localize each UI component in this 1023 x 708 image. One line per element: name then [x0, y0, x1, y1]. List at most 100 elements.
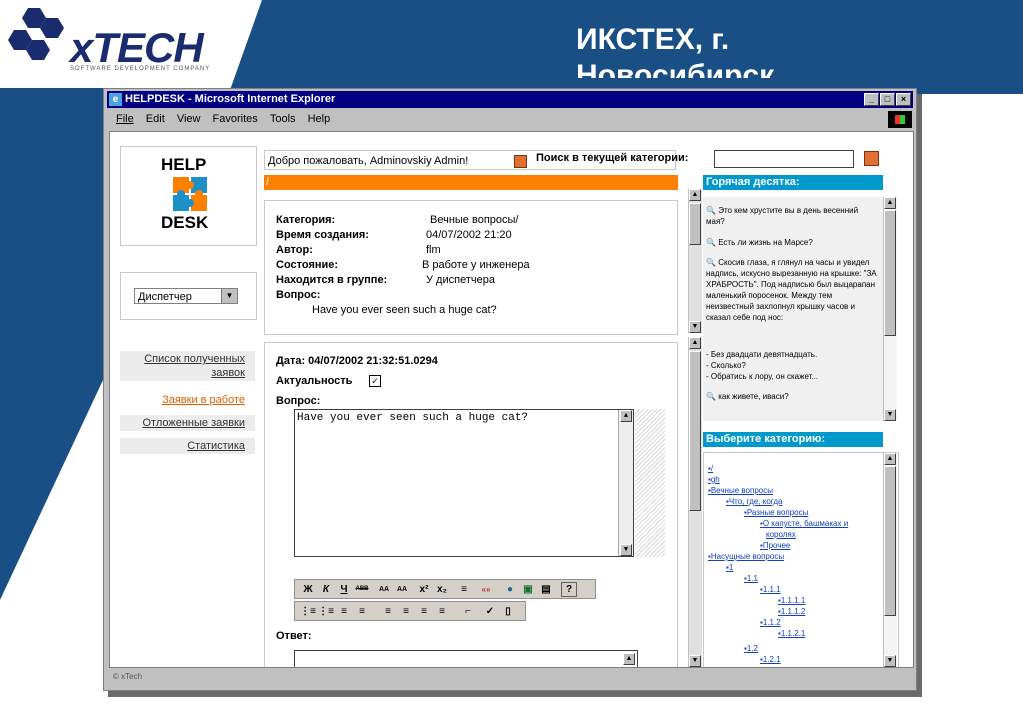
table-icon[interactable]: ▤ [537, 582, 555, 597]
category-item[interactable]: ▪Разные вопросы [744, 507, 808, 518]
scroll-down-icon[interactable]: ▼ [884, 655, 896, 667]
category-value: Вечные вопросы/ [430, 214, 519, 226]
scroll-thumb[interactable] [884, 210, 896, 336]
scroll-up-icon[interactable]: ▲ [620, 410, 632, 422]
close-button[interactable]: × [896, 93, 911, 106]
search-icon[interactable] [864, 151, 879, 166]
image-icon[interactable]: ▣ [519, 582, 537, 597]
question-textarea[interactable]: Have you ever seen such a huge cat? ▲ ▼ [294, 409, 634, 557]
chevron-down-icon[interactable]: ▼ [221, 289, 237, 303]
superscript-button[interactable]: x² [415, 582, 433, 597]
menu-edit[interactable]: Edit [146, 113, 165, 125]
category-label: Категория: [276, 214, 336, 226]
category-item[interactable]: ▪1.1.1.1 [778, 595, 805, 606]
category-item[interactable]: ▪/ [708, 463, 713, 474]
textarea-scrollbar[interactable]: ▲ ▼ [618, 410, 633, 556]
spellcheck-button[interactable]: «» [477, 582, 495, 597]
category-item[interactable]: ▪О капусте, башмаках и [760, 518, 848, 529]
response-form: Дата: 04/07/2002 21:32:51.0294 Актуально… [264, 342, 678, 667]
indent-list-button[interactable]: ≡ [353, 604, 371, 619]
category-item[interactable]: ▪1.1.1.2 [778, 606, 805, 617]
scroll-down-icon[interactable]: ▼ [689, 321, 701, 333]
category-item[interactable]: ▪gh [708, 474, 720, 485]
welcome-text: Добро пожаловать, Adminovskiy Admin! [268, 155, 469, 167]
window-title: HELPDESK - Microsoft Internet Explorer [125, 93, 336, 105]
category-scrollbar[interactable]: ▲ ▼ [883, 453, 897, 667]
role-select-value: Диспетчер [138, 291, 192, 303]
align-justify-button[interactable]: ≡ [433, 604, 451, 619]
menu-file[interactable]: File [116, 113, 134, 125]
hot-item[interactable]: 🔍 Это кем хрустите вы в день весенний ма… [706, 205, 878, 227]
category-item[interactable]: ▪1.1.1 [760, 584, 781, 595]
underline-button[interactable]: Ч [335, 582, 353, 597]
bold-button[interactable]: Ж [299, 582, 317, 597]
nav-statistics[interactable]: Статистика [120, 438, 255, 454]
font-bigger-button[interactable]: AA [375, 582, 393, 597]
slide-title: ИКСТЕХ, г. Новосибирск [576, 23, 775, 78]
nav-tickets-in-progress[interactable]: Заявки в работе [120, 392, 255, 408]
relevance-checkbox[interactable]: ✓ [369, 375, 381, 387]
hot-item[interactable]: 🔍 Скосив глаза, я глянул на часы и увиде… [706, 257, 878, 323]
scroll-down-icon[interactable]: ▼ [620, 544, 632, 556]
scroll-thumb[interactable] [689, 351, 701, 511]
category-item[interactable]: ▪Насущные вопросы [708, 551, 784, 562]
align-left-button[interactable]: ≡ [379, 604, 397, 619]
search-label: Поиск в текущей категории: [536, 152, 689, 164]
align-right-button[interactable]: ≡ [415, 604, 433, 619]
category-item[interactable]: ▪Прочее [760, 540, 790, 551]
scroll-thumb[interactable] [884, 466, 896, 616]
category-item-cont[interactable]: королях [766, 529, 796, 540]
menu-favorites[interactable]: Favorites [213, 113, 258, 125]
outdent-button[interactable]: ≡ [335, 604, 353, 619]
role-select[interactable]: Диспетчер ▼ [134, 288, 238, 304]
windows-logo-throbber [888, 111, 912, 128]
attach-icon[interactable]: ▯ [499, 604, 517, 619]
scroll-up-icon[interactable]: ▲ [884, 197, 896, 209]
category-item[interactable]: ▪1.1.2 [760, 617, 781, 628]
link-icon[interactable]: ● [501, 582, 519, 597]
menu-tools[interactable]: Tools [270, 113, 296, 125]
window-titlebar[interactable]: e HELPDESK - Microsoft Internet Explorer … [107, 91, 913, 108]
category-item[interactable]: ▪1.1 [744, 573, 758, 584]
category-item[interactable]: ▪Вечные вопросы [708, 485, 773, 496]
answer-textarea[interactable]: ▲ [294, 650, 638, 667]
nav-postponed-tickets[interactable]: Отложенные заявки [120, 415, 255, 431]
scroll-down-icon[interactable]: ▼ [689, 655, 701, 667]
subscript-button[interactable]: x₂ [433, 582, 451, 597]
bullet-list-button[interactable]: ⋮≡ [317, 604, 335, 619]
hot-ten-scrollbar[interactable]: ▲ ▼ [883, 197, 897, 421]
help-icon[interactable]: ? [561, 582, 577, 597]
ticket-scrollbar[interactable]: ▲ ▼ [688, 189, 702, 333]
italic-button[interactable]: К [317, 582, 335, 597]
menu-view[interactable]: View [177, 113, 201, 125]
hot-item[interactable]: 🔍 как живете, иваси? [706, 391, 878, 402]
group-label: Находится в группе: [276, 274, 388, 286]
nav-received-tickets[interactable]: Список полученных заявок [120, 351, 255, 381]
check-icon[interactable]: ✓ [481, 604, 499, 619]
ticket-details: Категория: Вечные вопросы/ Время создания… [264, 200, 678, 335]
category-item[interactable]: ▪1.2 [744, 643, 758, 654]
line-break-button[interactable]: ⌐ [459, 604, 477, 619]
align-center-button[interactable]: ≡ [397, 604, 415, 619]
search-input[interactable] [714, 150, 854, 168]
menu-help[interactable]: Help [308, 113, 331, 125]
minimize-button[interactable]: _ [864, 93, 879, 106]
category-item[interactable]: ▪1 [726, 562, 733, 573]
response-scrollbar[interactable]: ▲ ▼ [688, 337, 702, 667]
category-item[interactable]: ▪1.1.2.1 [778, 628, 805, 639]
scroll-up-icon[interactable]: ▲ [689, 337, 701, 349]
font-smaller-button[interactable]: AA [393, 582, 411, 597]
logout-icon[interactable] [514, 155, 527, 168]
indent-button[interactable]: ≡ [455, 582, 473, 597]
scroll-up-icon[interactable]: ▲ [623, 653, 635, 665]
strike-button[interactable]: ABB [353, 582, 371, 597]
scroll-up-icon[interactable]: ▲ [689, 189, 701, 201]
numbered-list-button[interactable]: ⋮≡ [299, 604, 317, 619]
scroll-up-icon[interactable]: ▲ [884, 453, 896, 465]
hot-item[interactable]: 🔍 Есть ли жизнь на Марсе? [706, 237, 878, 248]
category-item[interactable]: ▪1.2.1 [760, 654, 781, 665]
scroll-thumb[interactable] [689, 203, 701, 245]
scroll-down-icon[interactable]: ▼ [884, 409, 896, 421]
maximize-button[interactable]: □ [880, 93, 895, 106]
category-item[interactable]: ▪Что, где, когда [726, 496, 782, 507]
